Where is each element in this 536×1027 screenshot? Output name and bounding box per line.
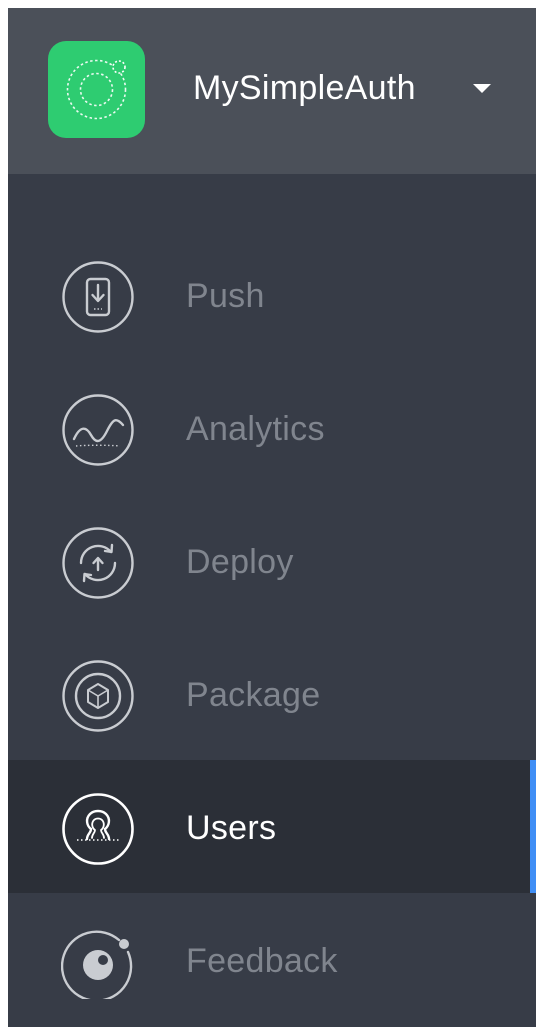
push-notification-icon: [62, 261, 134, 333]
sidebar: MySimpleAuth Push Analytics Deploy Packa…: [8, 8, 536, 1027]
sidebar-item-users[interactable]: Users: [8, 760, 536, 893]
app-name: MySimpleAuth: [193, 69, 416, 107]
sidebar-item-analytics[interactable]: Analytics: [8, 361, 536, 494]
sidebar-nav: Push Analytics Deploy Package Users Feed…: [8, 228, 536, 1026]
app-switcher[interactable]: MySimpleAuth: [8, 8, 536, 174]
sidebar-item-feedback[interactable]: Feedback: [8, 893, 536, 1026]
sidebar-item-push[interactable]: Push: [8, 228, 536, 361]
feedback-orb-icon: [61, 930, 133, 999]
deploy-refresh-icon: [62, 527, 134, 599]
sidebar-item-deploy[interactable]: Deploy: [8, 494, 536, 627]
sidebar-item-label: Package: [186, 676, 321, 714]
sidebar-item-label: Analytics: [186, 410, 325, 448]
ionic-logo-icon: [48, 41, 145, 138]
sidebar-item-label: Users: [186, 809, 277, 847]
sidebar-item-label: Push: [186, 277, 265, 315]
sidebar-item-label: Feedback: [186, 942, 338, 980]
chevron-down-icon[interactable]: [473, 84, 491, 93]
users-group-icon: [62, 793, 134, 865]
sidebar-item-label: Deploy: [186, 543, 294, 581]
package-cube-icon: [62, 660, 134, 732]
sidebar-item-package[interactable]: Package: [8, 627, 536, 760]
analytics-wave-icon: [62, 394, 134, 466]
